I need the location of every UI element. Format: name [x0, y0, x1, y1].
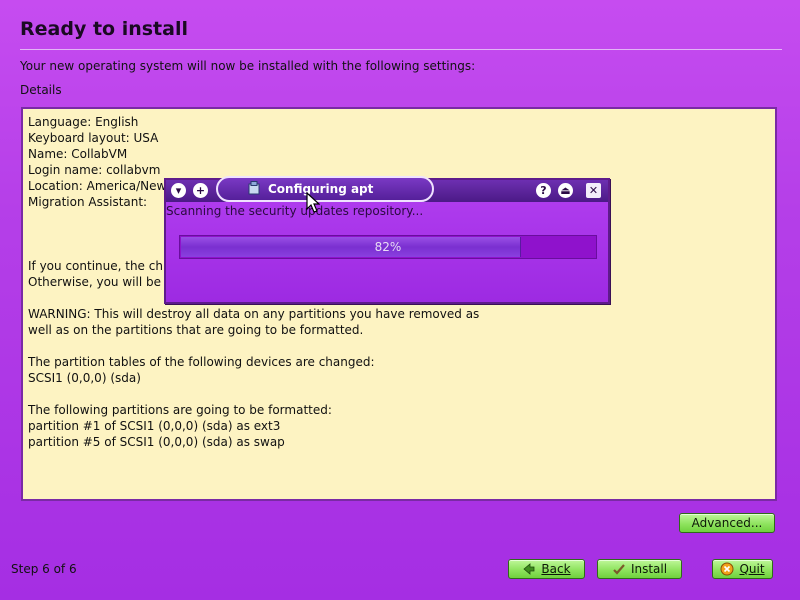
dialog-title: Configuring apt: [268, 182, 374, 196]
details-text-area[interactable]: Language: English Keyboard layout: USA Nam…: [21, 107, 777, 501]
checkmark-icon: [612, 562, 626, 576]
page-title: Ready to install: [20, 18, 188, 40]
cancel-icon: [720, 562, 734, 576]
step-indicator: Step 6 of 6: [11, 562, 77, 576]
menu-icon[interactable]: ▾: [171, 183, 186, 198]
details-line: Keyboard layout: USA: [28, 131, 159, 145]
details-line: Language: English: [28, 115, 139, 129]
close-icon[interactable]: ✕: [586, 183, 601, 198]
dialog-title-tab[interactable]: Configuring apt: [216, 176, 434, 202]
details-label: Details: [20, 83, 62, 97]
details-line: The following partitions are going to be…: [28, 403, 332, 417]
details-line: The partition tables of the following de…: [28, 355, 375, 369]
shade-icon[interactable]: ⏏: [558, 183, 573, 198]
status-text: Scanning the security updates repository…: [166, 204, 424, 218]
details-line: partition #5 of SCSI1 (0,0,0) (sda) as s…: [28, 435, 285, 449]
mouse-cursor-icon: [306, 192, 320, 213]
title-divider: [20, 49, 782, 50]
progress-bar: 82%: [179, 235, 597, 259]
advanced-button-label: Advanced...: [691, 516, 763, 530]
package-icon: [248, 181, 260, 195]
arrow-left-icon: [522, 562, 536, 576]
details-line: Name: CollabVM: [28, 147, 128, 161]
details-line: WARNING: This will destroy all data on a…: [28, 307, 480, 321]
details-line: [28, 338, 770, 354]
details-line: [28, 386, 770, 402]
quit-button-label: Quit: [739, 562, 765, 576]
progress-dialog: ▾ + ? ⏏ ✕ Configuring apt Scanning the s…: [164, 176, 610, 304]
page-subtitle: Your new operating system will now be in…: [20, 59, 476, 73]
details-line: SCSI1 (0,0,0) (sda): [28, 371, 141, 385]
back-button[interactable]: Back: [508, 559, 585, 579]
progress-label: 82%: [374, 240, 402, 254]
back-button-label: Back: [541, 562, 571, 576]
help-icon[interactable]: ?: [536, 183, 551, 198]
install-button-label: Install: [630, 562, 668, 576]
pin-icon[interactable]: +: [193, 183, 208, 198]
install-button[interactable]: Install: [597, 559, 682, 579]
quit-button[interactable]: Quit: [712, 559, 773, 579]
details-line: partition #1 of SCSI1 (0,0,0) (sda) as e…: [28, 419, 281, 433]
advanced-button[interactable]: Advanced...: [679, 513, 775, 533]
details-line: well as on the partitions that are going…: [28, 323, 364, 337]
